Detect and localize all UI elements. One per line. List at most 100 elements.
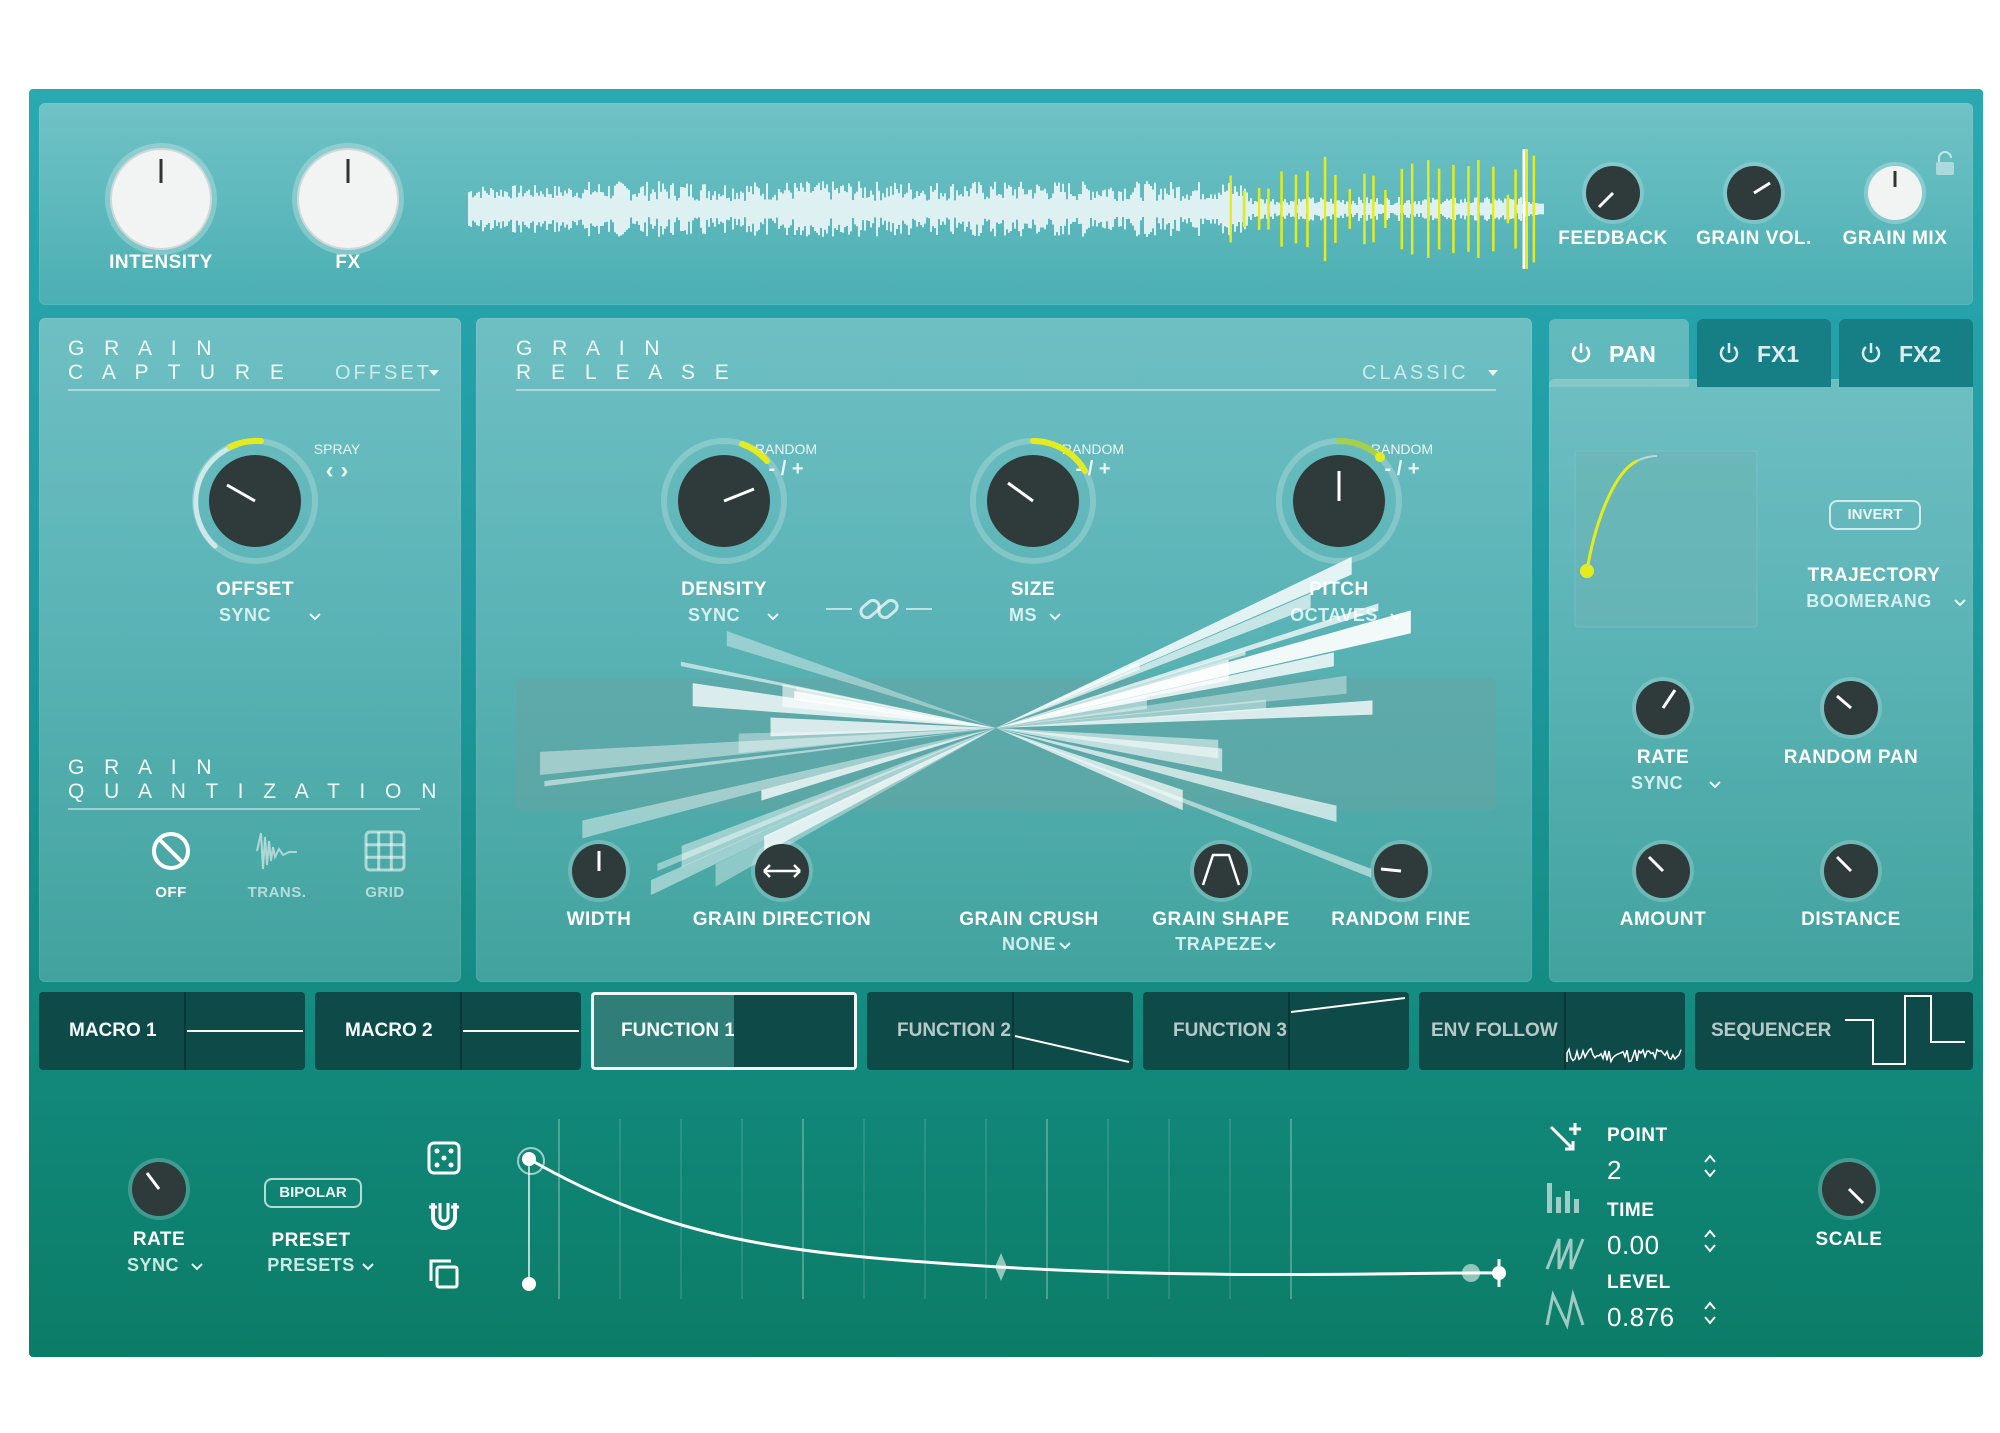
level-stepper[interactable] (1703, 1300, 1717, 1326)
intensity-knob[interactable] (101, 139, 221, 259)
quant-off-label: OFF (155, 884, 187, 901)
scale-knob[interactable] (1817, 1157, 1881, 1221)
capture-mode-select[interactable]: OFFSET (335, 361, 432, 385)
quant-title-2: Q U A N T I Z A T I O N (68, 780, 444, 803)
off-icon[interactable] (149, 829, 193, 873)
quant-title-1: G R A I N (68, 756, 219, 779)
tab-macro-2-label: MACRO 2 (345, 1020, 433, 1041)
distance-label: DISTANCE (1801, 909, 1901, 930)
chevron-down-icon (1049, 613, 1061, 621)
point-value[interactable]: 2 (1607, 1155, 1622, 1186)
size-ms-select[interactable]: MS (953, 605, 1093, 626)
transient-icon[interactable] (255, 829, 299, 873)
feedback-label: FEEDBACK (1558, 228, 1668, 249)
tab-fx1[interactable]: FX1 (1697, 319, 1831, 387)
dice-icon[interactable] (427, 1141, 461, 1175)
fx-knob[interactable] (288, 139, 408, 259)
quant-trans-label: TRANS. (247, 884, 307, 901)
tab-pan[interactable]: PAN (1549, 319, 1689, 387)
ramp-draw-icon[interactable] (1545, 1235, 1585, 1271)
copy-icon[interactable] (427, 1257, 461, 1291)
chevron-down-icon (309, 613, 321, 621)
random-pan-knob[interactable] (1819, 676, 1883, 740)
tab-sequencer-label: SEQUENCER (1711, 1020, 1832, 1041)
grain-shape-select[interactable]: TRAPEZE (1119, 934, 1319, 955)
add-point-icon[interactable] (1545, 1121, 1585, 1161)
grain-shape-knob[interactable] (1189, 839, 1253, 903)
grid-icon[interactable] (363, 829, 407, 873)
grain-direction-knob[interactable] (750, 839, 814, 903)
quant-grid-label: GRID (365, 884, 405, 901)
presets-select[interactable]: PRESETS (241, 1255, 381, 1276)
random-fine-knob[interactable] (1369, 839, 1433, 903)
tab-function-3-label: FUNCTION 3 (1173, 1020, 1287, 1041)
tab-env-follow[interactable]: ENV FOLLOW (1419, 992, 1685, 1070)
random-pan-label: RANDOM PAN (1783, 747, 1919, 768)
release-title-1: G R A I N (516, 337, 667, 360)
zigzag-draw-icon[interactable] (1545, 1289, 1585, 1330)
capture-title-2: C A P T U R E (68, 361, 291, 384)
density-sync-select[interactable]: SYNC (644, 605, 784, 626)
tab-pan-label: PAN (1609, 341, 1656, 367)
tab-macro-1[interactable]: MACRO 1 (39, 992, 305, 1070)
chevron-down-icon (429, 370, 439, 376)
capture-divider (68, 389, 440, 391)
grain-crush-select[interactable]: NONE (929, 934, 1129, 955)
function-rate-knob[interactable] (127, 1157, 191, 1221)
lock-icon[interactable] (1934, 151, 1956, 177)
function-envelope-editor[interactable] (517, 1119, 1519, 1309)
width-knob[interactable] (567, 839, 631, 903)
tab-function-1[interactable]: FUNCTION 1 (591, 992, 857, 1070)
pitch-knob[interactable] (1269, 431, 1409, 571)
magnet-icon[interactable] (427, 1199, 461, 1233)
tab-function-2[interactable]: FUNCTION 2 (867, 992, 1133, 1070)
amount-knob[interactable] (1631, 839, 1695, 903)
offset-knob[interactable] (185, 431, 325, 571)
tab-sequencer[interactable]: SEQUENCER (1695, 992, 1973, 1070)
tab-function-2-label: FUNCTION 2 (897, 1020, 1011, 1041)
invert-button[interactable]: INVERT (1829, 500, 1921, 530)
env-follow-preview (1566, 1047, 1682, 1064)
density-knob[interactable] (654, 431, 794, 571)
tab-fx2[interactable]: FX2 (1839, 319, 1973, 387)
size-label: SIZE (1010, 579, 1056, 600)
size-knob[interactable] (963, 431, 1103, 571)
quant-divider (68, 808, 420, 810)
release-mode-select[interactable]: CLASSIC (1362, 361, 1469, 385)
time-stepper[interactable] (1703, 1228, 1717, 1254)
density-label: DENSITY (681, 579, 767, 600)
trajectory-select[interactable]: BOOMERANG (1784, 591, 1954, 612)
point-stepper[interactable] (1703, 1153, 1717, 1179)
waveform-display[interactable] (468, 144, 1544, 274)
pan-rate-knob[interactable] (1631, 676, 1695, 740)
grain-mix-knob[interactable] (1863, 161, 1927, 225)
grain-mix-label: GRAIN MIX (1842, 228, 1948, 249)
distance-knob[interactable] (1819, 839, 1883, 903)
grain-visualizer (516, 556, 1496, 896)
link-icon[interactable] (824, 589, 934, 629)
chevron-down-icon (191, 1263, 203, 1271)
level-label: LEVEL (1607, 1272, 1671, 1293)
time-value[interactable]: 0.00 (1607, 1230, 1660, 1261)
chevron-down-icon (1059, 942, 1071, 950)
fx-label: FX (335, 252, 361, 273)
grain-vol-knob[interactable] (1722, 161, 1786, 225)
pan-rate-label: RATE (1636, 747, 1690, 768)
chevron-down-icon (1709, 781, 1721, 789)
function-rate-select[interactable]: SYNC (73, 1255, 233, 1276)
trajectory-display[interactable] (1574, 450, 1758, 628)
chevron-down-icon (1954, 599, 1966, 607)
function-rate-label: RATE (132, 1229, 186, 1250)
time-label: TIME (1607, 1200, 1655, 1221)
level-value[interactable]: 0.876 (1607, 1302, 1675, 1333)
feedback-knob[interactable] (1581, 161, 1645, 225)
tab-function-3[interactable]: FUNCTION 3 (1143, 992, 1409, 1070)
power-icon (1571, 343, 1591, 363)
offset-sync-select[interactable]: SYNC (175, 605, 315, 626)
power-icon (1861, 343, 1881, 363)
offset-label: OFFSET (216, 579, 294, 600)
tab-macro-2[interactable]: MACRO 2 (315, 992, 581, 1070)
bars-icon[interactable] (1545, 1179, 1585, 1215)
bipolar-button[interactable]: BIPOLAR (264, 1178, 362, 1208)
tab-env-follow-label: ENV FOLLOW (1431, 1020, 1558, 1041)
